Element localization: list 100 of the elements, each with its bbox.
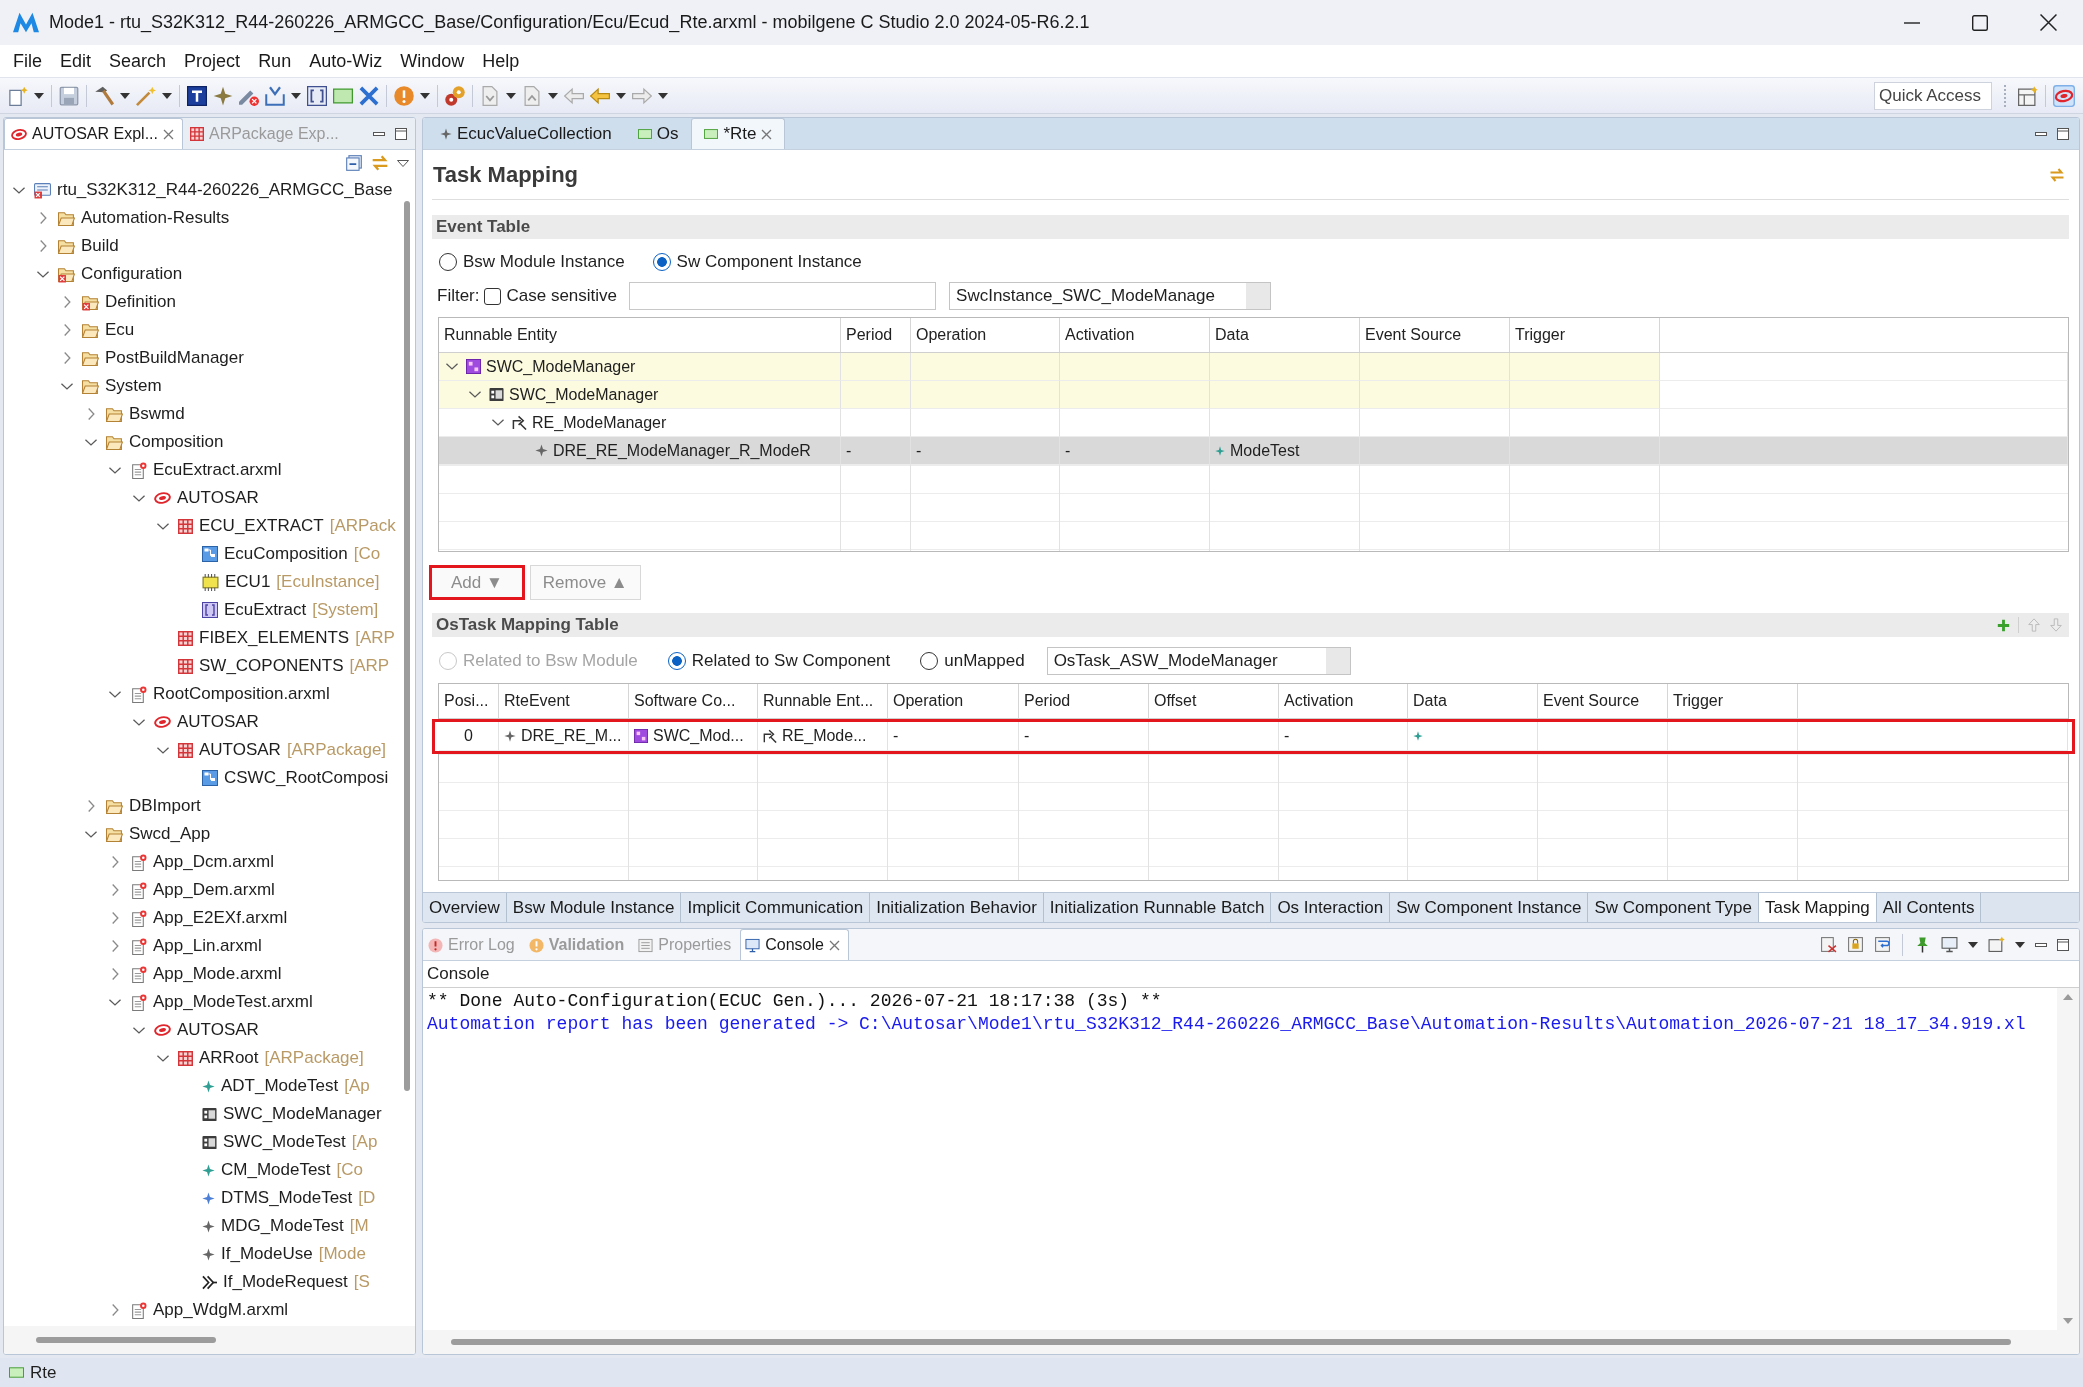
menu-item[interactable]: Edit bbox=[51, 47, 101, 75]
tree-item[interactable]: RootComposition.arxml bbox=[130, 684, 330, 704]
chevron-down-icon[interactable] bbox=[61, 382, 73, 390]
tree-item[interactable]: SWC_ModeTest [Ap bbox=[202, 1132, 378, 1152]
menu-item[interactable]: Search bbox=[100, 47, 176, 75]
tree-item[interactable]: SWC_ModeManager bbox=[202, 1104, 382, 1124]
chevron-down-icon[interactable] bbox=[133, 1026, 145, 1034]
caret-icon[interactable] bbox=[506, 92, 516, 99]
menu-item[interactable]: Help bbox=[473, 47, 529, 75]
tree-item[interactable]: DTMS_ModeTest [D bbox=[202, 1188, 376, 1208]
tree-item[interactable]: EcuExtract.arxml bbox=[130, 460, 282, 480]
checkbox[interactable]: Case sensitive bbox=[483, 286, 618, 306]
minimize-icon[interactable] bbox=[1904, 21, 1920, 24]
menu-item[interactable]: Auto-Wiz bbox=[300, 47, 392, 75]
column-header[interactable]: Event Source bbox=[1538, 684, 1668, 718]
chevron-down-icon[interactable] bbox=[133, 494, 145, 502]
tree-item[interactable]: CSWC_RootComposi bbox=[202, 768, 389, 788]
tree-item[interactable]: Composition bbox=[106, 432, 224, 452]
tree-item[interactable]: SW_COPONENTS [ARP bbox=[178, 656, 390, 676]
tree-item[interactable]: Automation-Results bbox=[58, 208, 230, 228]
caret-icon[interactable] bbox=[658, 92, 668, 99]
table-row[interactable]: DRE_RE_ModeManager_R_ModeR - - - ModeTest bbox=[439, 437, 2068, 465]
chevron-right-icon[interactable] bbox=[87, 800, 95, 812]
download-icon[interactable] bbox=[265, 85, 285, 106]
tree-item[interactable]: AUTOSAR bbox=[154, 488, 259, 508]
chevron-right-icon[interactable] bbox=[111, 912, 119, 924]
column-header[interactable]: Data bbox=[1210, 318, 1360, 352]
lock-icon[interactable] bbox=[1847, 936, 1864, 953]
table-row[interactable]: 0 DRE_RE_M... SWC_Mod... RE_Mode... - - - bbox=[432, 719, 2075, 754]
save-icon[interactable] bbox=[59, 85, 79, 106]
caret-icon[interactable] bbox=[162, 92, 172, 99]
column-header[interactable]: Activation bbox=[1060, 318, 1210, 352]
clear-icon[interactable] bbox=[1820, 936, 1837, 953]
radio-button[interactable]: unMapped bbox=[920, 651, 1025, 671]
menu-item[interactable]: Run bbox=[249, 47, 301, 75]
editor-tab[interactable]: Os bbox=[624, 118, 692, 149]
chevron-down-icon[interactable] bbox=[85, 830, 97, 838]
tree-item[interactable]: ECU_EXTRACT [ARPack bbox=[178, 516, 396, 536]
tree-item[interactable]: ARRoot [ARPackage] bbox=[178, 1048, 364, 1068]
tree-item[interactable]: PostBuildManager bbox=[82, 348, 244, 368]
document-up-icon[interactable] bbox=[522, 85, 542, 106]
bracket-icon[interactable] bbox=[307, 85, 327, 106]
column-header[interactable]: Offset bbox=[1149, 684, 1279, 718]
view-tab[interactable]: Console bbox=[740, 929, 849, 960]
table-row[interactable]: SWC_ModeManager bbox=[439, 353, 2068, 381]
tree-item[interactable]: EcuComposition [Co bbox=[202, 544, 381, 564]
tree-item[interactable]: EcuExtract [System] bbox=[202, 600, 379, 620]
quick-access-field[interactable]: Quick Access bbox=[1874, 81, 1992, 110]
chevron-right-icon[interactable] bbox=[111, 884, 119, 896]
page-tab[interactable]: Task Mapping bbox=[1758, 893, 1877, 922]
new-window-icon[interactable] bbox=[1988, 936, 2005, 953]
column-header[interactable]: Trigger bbox=[1668, 684, 1798, 718]
column-header[interactable]: Operation bbox=[888, 684, 1019, 718]
column-header[interactable]: Runnable Entity bbox=[439, 318, 841, 352]
chevron-down-icon[interactable] bbox=[109, 690, 121, 698]
column-header[interactable]: Trigger bbox=[1510, 318, 1660, 352]
chevron-down-icon[interactable] bbox=[492, 419, 504, 426]
chevron-right-icon[interactable] bbox=[63, 352, 71, 364]
tree-item[interactable]: If_ModeUse [Mode bbox=[202, 1244, 366, 1264]
chevron-down-icon[interactable] bbox=[469, 391, 481, 398]
chevron-down-icon[interactable] bbox=[157, 522, 169, 530]
tree-item[interactable]: App_WdgM.arxml bbox=[130, 1300, 289, 1320]
t-icon[interactable] bbox=[187, 85, 207, 106]
chevron-down-icon[interactable] bbox=[446, 363, 458, 370]
new-file-icon[interactable] bbox=[8, 85, 28, 106]
layout-icon[interactable] bbox=[2018, 85, 2038, 106]
rectangle-icon[interactable] bbox=[333, 85, 353, 106]
tree-item[interactable]: AUTOSAR bbox=[154, 1020, 259, 1040]
chevron-down-icon[interactable] bbox=[133, 718, 145, 726]
maximize-icon[interactable] bbox=[395, 127, 407, 140]
tree-item[interactable]: App_E2EXf.arxml bbox=[130, 908, 288, 928]
caret-icon[interactable] bbox=[420, 92, 430, 99]
chevron-right-icon[interactable] bbox=[87, 408, 95, 420]
column-header[interactable]: Data bbox=[1408, 684, 1538, 718]
column-header[interactable]: Period bbox=[841, 318, 911, 352]
tree-item[interactable]: Definition bbox=[82, 292, 176, 312]
column-header[interactable]: Period bbox=[1019, 684, 1149, 718]
chevron-down-icon[interactable] bbox=[37, 270, 49, 278]
tree-item[interactable]: App_Dcm.arxml bbox=[130, 852, 274, 872]
tree-item[interactable]: AUTOSAR bbox=[154, 712, 259, 732]
tree-item[interactable]: If_ModeRequest [S bbox=[202, 1272, 370, 1292]
tree-item[interactable]: FIBEX_ELEMENTS [ARP bbox=[178, 628, 395, 648]
chevron-right-icon[interactable] bbox=[63, 296, 71, 308]
radio-button[interactable]: Bsw Module Instance bbox=[439, 252, 625, 272]
close-icon[interactable] bbox=[2040, 14, 2057, 31]
caret-icon[interactable] bbox=[2015, 941, 2025, 948]
tree-item[interactable]: Swcd_App bbox=[106, 824, 211, 844]
column-header[interactable]: Activation bbox=[1279, 684, 1408, 718]
column-header[interactable]: Runnable Ent... bbox=[758, 684, 888, 718]
task-dropdown[interactable]: OsTask_ASW_ModeManager bbox=[1046, 647, 1351, 675]
minimize-icon[interactable] bbox=[373, 131, 385, 136]
tree-item[interactable]: MDG_ModeTest [M bbox=[202, 1216, 369, 1236]
tree-item[interactable]: DBImport bbox=[106, 796, 201, 816]
wand-icon[interactable] bbox=[136, 85, 156, 106]
chevron-right-icon[interactable] bbox=[39, 212, 47, 224]
cross-icon[interactable] bbox=[359, 85, 379, 106]
caret-icon[interactable] bbox=[34, 92, 44, 99]
table-row[interactable]: SWC_ModeManager bbox=[439, 381, 2068, 409]
caret-icon[interactable] bbox=[291, 92, 301, 99]
caret-icon[interactable] bbox=[616, 92, 626, 99]
